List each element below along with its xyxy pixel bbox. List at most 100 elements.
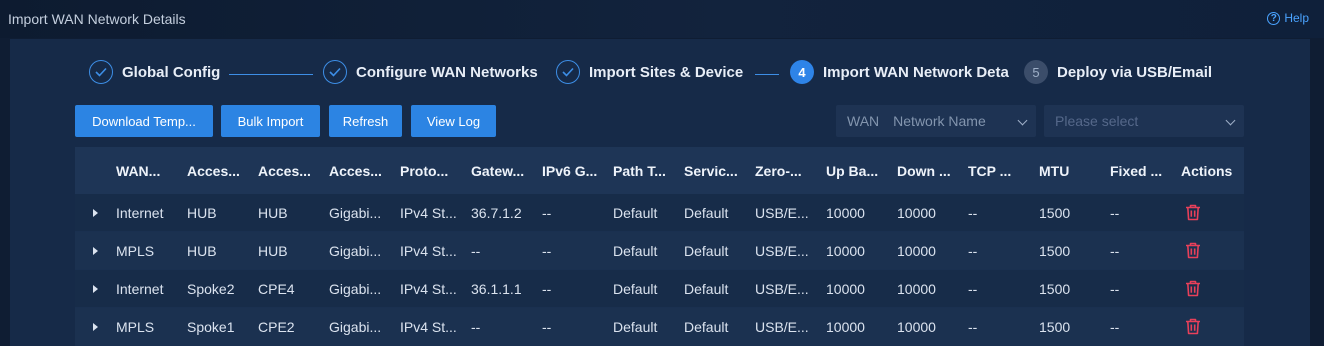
delete-icon[interactable] [1181,280,1240,297]
view-log-button[interactable]: View Log [411,105,496,137]
chevron-down-icon [1017,115,1028,126]
column-header[interactable]: Proto... [400,163,462,179]
table-cell: USB/E... [755,242,809,259]
table-cell: -- [1110,204,1120,221]
help-link[interactable]: ? Help [1267,11,1309,25]
column-header[interactable]: Path T... [613,163,675,179]
table-row[interactable]: MPLS Spoke1 CPE2 Gigabi... IPv4 St... -- -- Def… [75,308,1244,346]
expand-row-icon[interactable] [75,246,116,255]
table-cell: -- [542,242,552,259]
table-cell: USB/E... [755,204,809,221]
table-cell: -- [471,242,481,259]
column-header[interactable]: Acces... [258,163,320,179]
download-template-button[interactable]: Download Temp... [75,105,213,137]
step-import-wan-network-details[interactable]: 4 Import WAN Network Deta [790,59,1013,85]
table-cell: 10000 [826,318,865,335]
column-header[interactable]: WAN... [116,163,178,179]
table-cell: Default [684,242,729,259]
table-cell: IPv4 St... [400,280,457,297]
table-cell: HUB [187,242,217,259]
table-cell: -- [1110,242,1120,259]
column-header[interactable]: Fixed ... [1110,163,1172,179]
column-header[interactable]: Up Ba... [826,163,888,179]
bulk-import-button[interactable]: Bulk Import [221,105,320,137]
help-icon: ? [1267,11,1281,25]
table-cell: MPLS [116,242,155,259]
step-number: 4 [790,60,814,84]
table-cell: USB/E... [755,318,809,335]
expand-row-icon[interactable] [75,322,116,331]
column-header[interactable]: Servic... [684,163,746,179]
table-cell: Spoke2 [187,280,235,297]
table-cell: CPE4 [258,280,295,297]
table-cell: 36.1.1.1 [471,280,522,297]
table-cell: 10000 [826,242,865,259]
step-number: 5 [1024,60,1048,84]
column-header[interactable]: IPv6 G... [542,163,604,179]
step-import-sites-device[interactable]: Import Sites & Device [556,59,743,85]
wan-network-table: WAN... Acces... Acces... Acces... Proto.… [75,147,1244,346]
expand-row-icon[interactable] [75,208,116,217]
step-label: Import WAN Network Deta [823,63,1009,81]
table-cell: -- [542,318,552,335]
table-cell: -- [542,280,552,297]
table-row[interactable]: Internet HUB HUB Gigabi... IPv4 St... 36.7.1.… [75,194,1244,232]
table-cell: Gigabi... [329,318,382,335]
delete-icon[interactable] [1181,204,1240,221]
table-cell: 1500 [1039,204,1071,221]
content-panel: Global Config Configure WAN Networks Imp… [10,39,1310,346]
step-label: Configure WAN Networks [356,63,538,81]
step-label: Global Config [122,63,221,81]
search-field-select[interactable]: WAN Network Name [836,105,1036,137]
table-cell: Gigabi... [329,242,382,259]
column-header[interactable]: Gatew... [471,163,533,179]
table-cell: -- [968,242,978,259]
delete-icon[interactable] [1181,242,1240,259]
table-cell: -- [968,204,978,221]
table-cell: Default [684,204,729,221]
table-cell: IPv4 St... [400,204,457,221]
filter-value-select[interactable]: Please select [1044,105,1244,137]
table-cell: Spoke1 [187,318,235,335]
step-deploy-via-usb-email[interactable]: 5 Deploy via USB/Email [1024,59,1212,85]
table-row[interactable]: MPLS HUB HUB Gigabi... IPv4 St... -- -- Default… [75,232,1244,270]
page-title: Import WAN Network Details [8,11,186,27]
table-cell: 10000 [826,280,865,297]
step-global-config[interactable]: Global Config [89,59,220,85]
column-header[interactable]: Zero-... [755,163,817,179]
table-cell: CPE2 [258,318,295,335]
table-cell: 10000 [897,204,936,221]
table-cell: HUB [258,242,288,259]
table-cell: 10000 [897,242,936,259]
title-bar: Import WAN Network Details ? Help [0,0,1324,38]
column-header[interactable]: Acces... [187,163,249,179]
step-label: Import Sites & Device [589,63,744,81]
table-cell: USB/E... [755,280,809,297]
table-cell: HUB [187,204,217,221]
refresh-button[interactable]: Refresh [329,105,402,137]
table-row[interactable]: Internet Spoke2 CPE4 Gigabi... IPv4 St... 36.… [75,270,1244,308]
column-header[interactable]: TCP ... [968,163,1030,179]
check-icon [89,60,113,84]
expand-row-icon[interactable] [75,284,116,293]
table-cell: Default [684,318,729,335]
column-header[interactable]: Down ... [897,163,959,179]
step-configure-wan-networks[interactable]: Configure WAN Networks [323,59,538,85]
filter-type-label: WAN [847,113,880,129]
column-header[interactable]: Acces... [329,163,391,179]
table-cell: -- [968,318,978,335]
table-cell: -- [471,318,481,335]
table-cell: -- [542,204,552,221]
table-body: Internet HUB HUB Gigabi... IPv4 St... 36.7.1.… [75,194,1244,346]
table-cell: 1500 [1039,280,1071,297]
column-header[interactable]: MTU [1039,163,1101,179]
select-placeholder: Please select [1055,113,1139,129]
step-connector [229,74,313,75]
help-label: Help [1284,11,1309,25]
delete-icon[interactable] [1181,318,1240,335]
table-cell: IPv4 St... [400,318,457,335]
check-icon [323,60,347,84]
table-cell: Default [613,280,658,297]
table-cell: Default [684,280,729,297]
table-cell: 10000 [897,280,936,297]
